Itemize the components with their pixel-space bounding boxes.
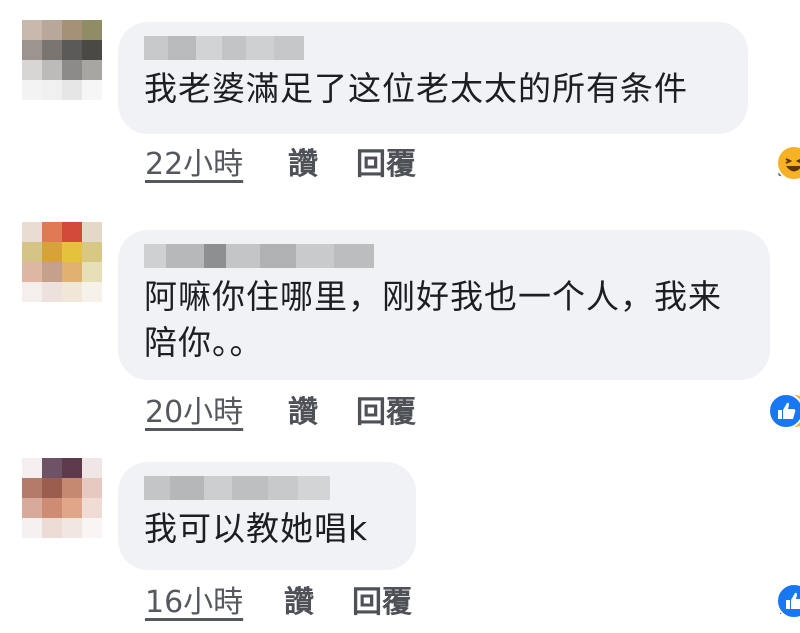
comment-text: 阿嘛你住哪里，刚好我也一个人，我来陪你。。 (144, 277, 722, 362)
like-button[interactable]: 讚 (288, 145, 318, 185)
comment-meta: 20小時 讚 回覆 4 (0, 393, 800, 433)
reply-button[interactable]: 回覆 (356, 145, 416, 185)
blurred-author-name[interactable] (144, 244, 744, 268)
like-icon (776, 583, 800, 619)
blurred-author-name[interactable] (144, 476, 390, 500)
comment-text: 我可以教她唱k (144, 509, 369, 548)
timestamp-link[interactable]: 20小時 (145, 393, 243, 433)
comment-meta: 22小時 讚 回覆 3 (0, 145, 800, 185)
reply-button[interactable]: 回覆 (352, 583, 412, 623)
haha-icon (776, 145, 800, 181)
blurred-author-name[interactable] (144, 36, 722, 60)
avatar[interactable] (22, 458, 102, 538)
comment-meta: 16小時 讚 回覆 1 (0, 583, 800, 623)
comment-text: 我老婆滿足了这位老太太的所有条件 (144, 69, 688, 108)
avatar[interactable] (22, 20, 102, 100)
like-button[interactable]: 讚 (284, 583, 314, 623)
reply-button[interactable]: 回覆 (356, 393, 416, 433)
comment-bubble: 我可以教她唱k (118, 462, 416, 570)
avatar[interactable] (22, 222, 102, 302)
comment-bubble: 我老婆滿足了这位老太太的所有条件 (118, 22, 748, 134)
timestamp-link[interactable]: 16小時 (145, 583, 243, 623)
timestamp-link[interactable]: 22小時 (145, 145, 243, 185)
like-icon (768, 393, 800, 429)
comment-bubble: 阿嘛你住哪里，刚好我也一个人，我来陪你。。 (118, 230, 770, 380)
like-button[interactable]: 讚 (288, 393, 318, 433)
